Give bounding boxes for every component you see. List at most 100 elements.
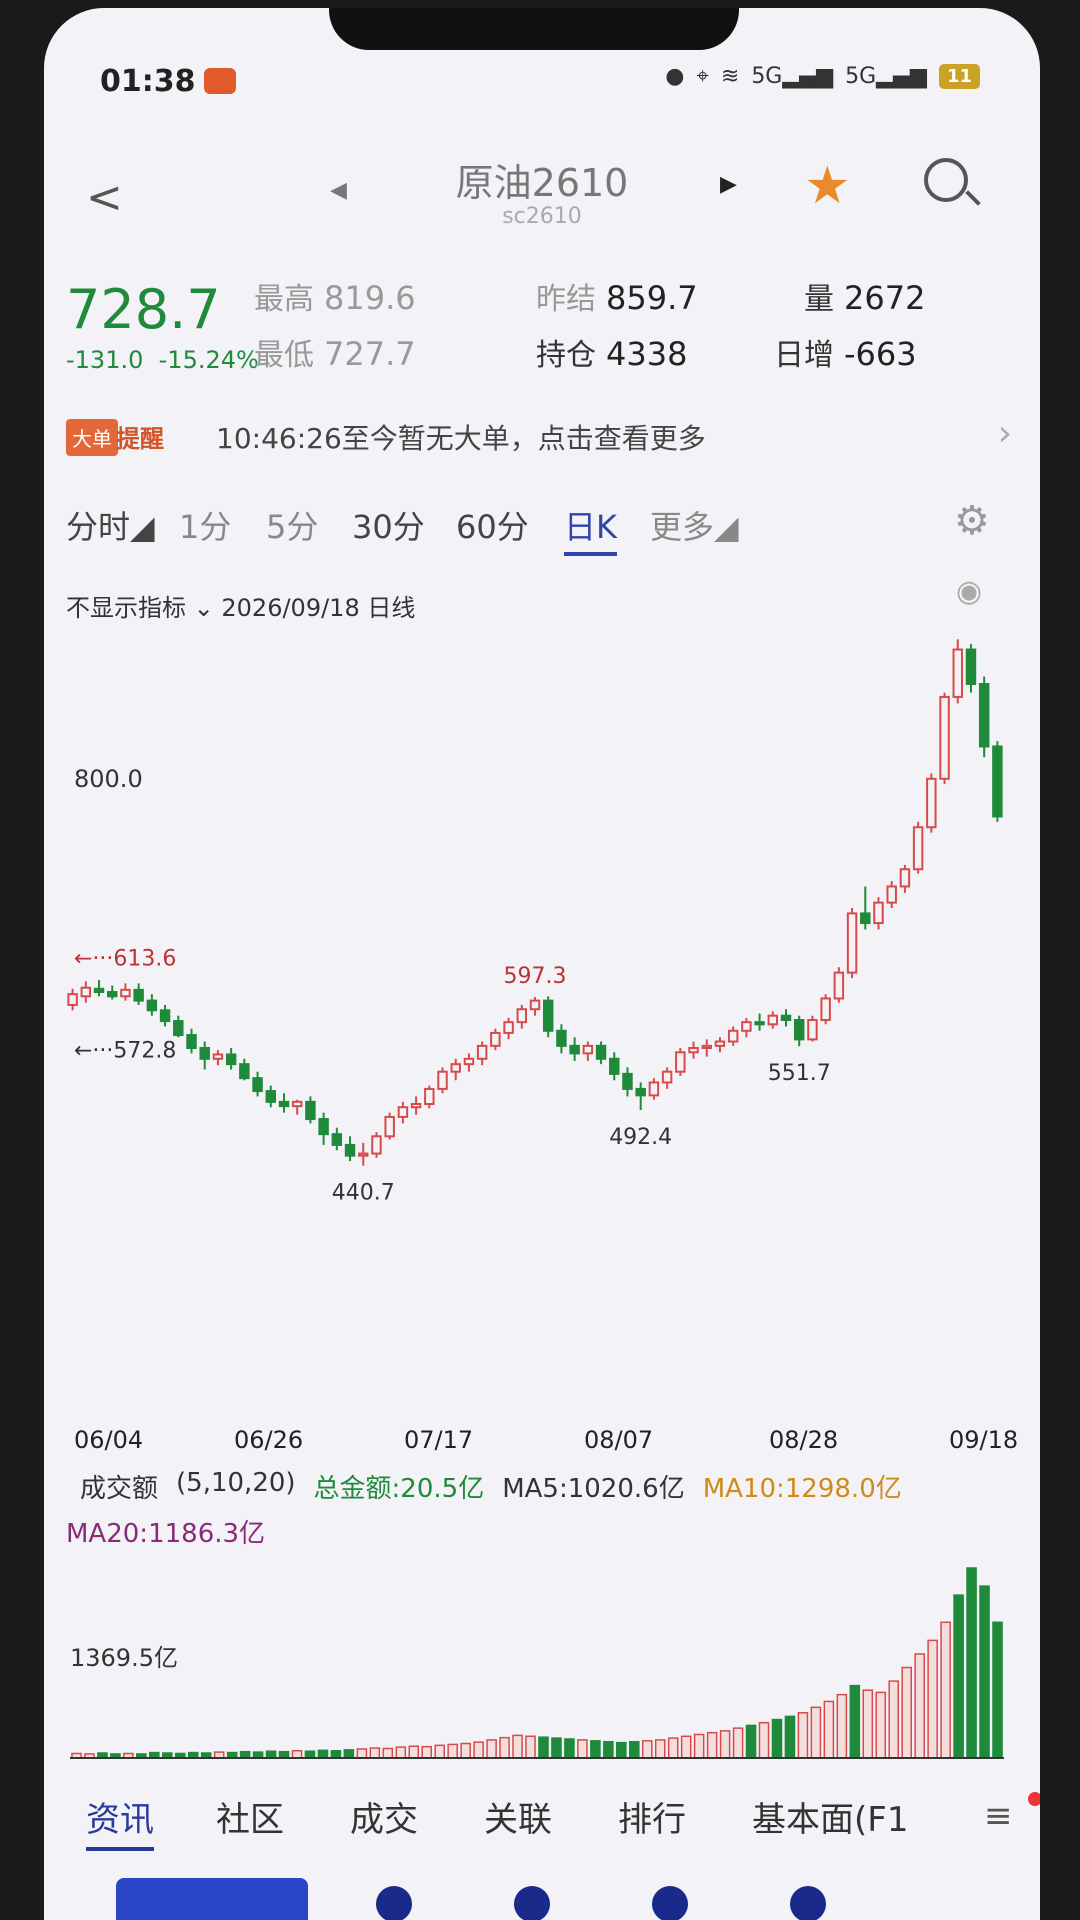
price-annotation: 929.4 (926, 628, 989, 631)
candle-body (252, 1077, 263, 1093)
tab-60min[interactable]: 60分 (456, 502, 529, 548)
candle-body (450, 1063, 461, 1073)
volume-bar (836, 1693, 848, 1759)
volume-bar (940, 1621, 951, 1759)
candle-body (265, 1090, 277, 1103)
candle-body (741, 1021, 752, 1032)
contract-header: < ◀ 原油2610 sc2610 ▶ ★ (44, 128, 1040, 238)
candle-body (833, 971, 845, 1000)
volume-stat: 量 2672 (804, 279, 926, 317)
candle-body (80, 986, 92, 998)
volume-bar (330, 1750, 342, 1759)
candle-body (582, 1044, 594, 1055)
phone-screen: 01:38 ● ⌖ ≋ 5G▂▄▆ 5G▂▄▆ 11 < ◀ 原油2610 sc… (44, 8, 1040, 1920)
candle-body (278, 1100, 290, 1108)
price-change: -131.0 -15.24% (66, 346, 259, 374)
volume-bar (499, 1736, 510, 1759)
volume-bar (590, 1740, 601, 1759)
indicator-selector[interactable]: 不显示指标 (66, 594, 186, 622)
last-price: 728.7 (66, 278, 221, 341)
volume-bar (304, 1750, 316, 1759)
volume-chart[interactable]: 1369.5亿 (44, 1548, 1040, 1768)
volume-bar (914, 1653, 925, 1759)
candle-body (754, 1021, 765, 1026)
candle-body (978, 683, 990, 748)
tab-timeshare[interactable]: 分时◢ (66, 502, 155, 548)
volume-bar (265, 1750, 277, 1759)
next-contract-icon[interactable]: ▶ (720, 172, 737, 197)
volume-selector[interactable]: 成交额 (80, 1468, 158, 1505)
candle-body (992, 745, 1003, 818)
volume-bar (888, 1680, 900, 1759)
candle-body (622, 1072, 633, 1090)
volume-bar (525, 1735, 536, 1759)
candle-body (807, 1019, 818, 1041)
volume-bar (823, 1700, 835, 1759)
action-icon-3[interactable] (652, 1886, 688, 1920)
indicator-row[interactable]: 不显示指标 ⌄ 2026/09/18 日线 (66, 588, 415, 623)
candle-body (291, 1100, 303, 1108)
bottom-nav: 资讯 社区 成交 关联 排行 基本面(F1 ≡ (44, 1778, 1040, 1858)
volume-bar (538, 1736, 549, 1759)
nav-community[interactable]: 社区 (216, 1792, 284, 1841)
volume-bar (641, 1740, 653, 1759)
volume-bar (706, 1731, 718, 1759)
volume-bar (551, 1737, 562, 1759)
candle-body (476, 1044, 488, 1060)
high-stat: 最高 819.6 (254, 279, 416, 317)
volume-bar (719, 1730, 731, 1759)
trade-button[interactable] (116, 1878, 308, 1920)
big-order-alert[interactable]: 大单 提醒 10:46:26至今暂无大单，点击查看更多 › (66, 413, 1026, 463)
x-tick-label: 06/04 (74, 1426, 143, 1454)
volume-bar (343, 1749, 355, 1759)
volume-bar (901, 1666, 912, 1759)
candle-body (780, 1014, 792, 1022)
candle-body (93, 987, 105, 993)
candle-body (701, 1044, 712, 1050)
gear-icon[interactable]: ⚙ (954, 498, 990, 544)
candle-body (107, 991, 118, 998)
volume-bar (667, 1737, 679, 1759)
open-interest-stat: 持仓 4338 (536, 335, 688, 373)
nav-fundamentals[interactable]: 基本面(F1 (752, 1792, 908, 1841)
candle-body (860, 912, 871, 925)
candle-body (793, 1019, 805, 1041)
candle-body (212, 1053, 224, 1060)
candle-body (688, 1047, 699, 1054)
x-tick-label: 08/07 (584, 1426, 653, 1454)
signal-icon-2: 5G▂▄▆ (845, 64, 927, 89)
menu-icon[interactable]: ≡ (984, 1796, 1013, 1836)
action-icon-2[interactable] (514, 1886, 550, 1920)
action-icon-4[interactable] (790, 1886, 826, 1920)
location-icon: ⌖ (696, 64, 709, 89)
candle-body (410, 1103, 422, 1109)
candle-body (503, 1021, 514, 1034)
nav-ranking[interactable]: 排行 (618, 1792, 686, 1841)
tab-5min[interactable]: 5分 (266, 502, 318, 548)
tab-1min[interactable]: 1分 (179, 502, 231, 548)
candle-body (965, 648, 977, 686)
volume-bar (680, 1735, 692, 1759)
candlestick-chart[interactable]: 800.0 ←···613.6 ←···572.8 440.7 597.3 492.4 55… (44, 628, 1040, 1468)
candle-body (186, 1034, 197, 1050)
x-tick-label: 06/26 (234, 1426, 303, 1454)
favorite-star-icon[interactable]: ★ (804, 156, 851, 216)
chart-date: 2026/09/18 (221, 594, 360, 622)
volume-bar (395, 1746, 407, 1759)
volume-params: (5,10,20) (176, 1468, 296, 1498)
tab-more[interactable]: 更多◢ (650, 502, 739, 548)
action-icon-1[interactable] (376, 1886, 412, 1920)
chevron-down-icon: ⌄ (193, 594, 214, 622)
nav-trades[interactable]: 成交 (350, 1792, 418, 1841)
eye-icon[interactable]: ◉ (956, 574, 982, 609)
tab-30min[interactable]: 30分 (352, 502, 425, 548)
candle-body (529, 999, 541, 1011)
volume-bar (564, 1738, 575, 1759)
nav-related[interactable]: 关联 (484, 1792, 552, 1841)
candle-body (305, 1100, 316, 1121)
nav-news[interactable]: 资讯 (86, 1792, 154, 1851)
search-icon[interactable] (924, 158, 968, 202)
wifi-icon: ≋ (720, 64, 740, 89)
tab-daily-k[interactable]: 日K (564, 502, 617, 556)
volume-bar (603, 1740, 614, 1759)
